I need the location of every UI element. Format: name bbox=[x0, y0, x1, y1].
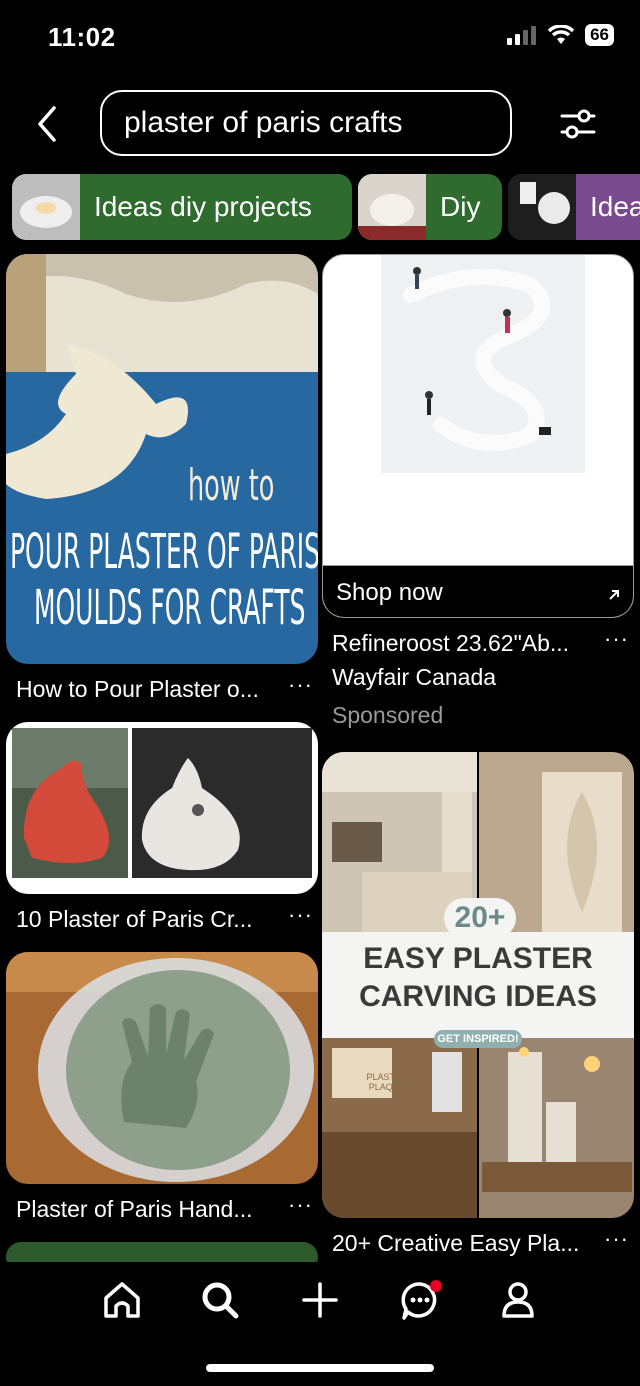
pin-title[interactable]: Plaster of Paris Hand... bbox=[16, 1196, 253, 1223]
wifi-icon bbox=[547, 25, 575, 44]
pin-plaster-handprint[interactable] bbox=[6, 952, 318, 1184]
chip-thumbnail bbox=[12, 174, 80, 240]
pin-title[interactable]: How to Pour Plaster o... bbox=[16, 676, 259, 703]
messages-icon[interactable] bbox=[398, 1278, 442, 1322]
pin-plaster-carving-ideas[interactable]: 20+ EASY PLASTER CARVING IDEAS GET INSPI… bbox=[322, 752, 634, 1218]
overlay-how-to: how to bbox=[188, 460, 275, 511]
more-options-icon[interactable]: ··· bbox=[288, 672, 313, 698]
search-icon[interactable] bbox=[198, 1278, 242, 1322]
back-chevron-icon[interactable] bbox=[28, 102, 68, 146]
chip-label: Diy bbox=[440, 191, 481, 222]
headline-line-1: EASY PLASTER bbox=[363, 942, 593, 975]
status-time: 11:02 bbox=[48, 22, 116, 52]
create-plus-icon[interactable] bbox=[298, 1278, 342, 1322]
search-query: plaster of paris crafts bbox=[124, 106, 403, 139]
status-icons: 66 bbox=[507, 24, 614, 46]
headline-line-2: CARVING IDEAS bbox=[359, 980, 597, 1013]
pin-title[interactable]: Refineroost 23.62"Ab... bbox=[332, 630, 569, 657]
pin-10-plaster-crafts[interactable] bbox=[6, 722, 318, 894]
overlay-title-line-2: MOULDS FOR CRAFTS bbox=[34, 580, 306, 636]
external-arrow-icon bbox=[609, 590, 619, 600]
overlay-title-line-1: POUR PLASTER OF PARIS bbox=[10, 524, 318, 580]
pin-pour-plaster-moulds[interactable]: how to POUR PLASTER OF PARIS MOULDS FOR … bbox=[6, 254, 318, 664]
merchant-name[interactable]: Wayfair Canada bbox=[332, 664, 496, 691]
tag-pill: GET INSPIRED! bbox=[434, 1030, 522, 1048]
pin-image bbox=[6, 952, 318, 1184]
shop-now-label: Shop now bbox=[336, 579, 443, 606]
chip-label: Idea bbox=[590, 191, 640, 222]
plaque-text: PLASTER PLAQUE bbox=[366, 1072, 408, 1092]
shop-now-bar[interactable]: Shop now bbox=[323, 565, 633, 617]
pin-title[interactable]: 10 Plaster of Paris Cr... bbox=[16, 906, 252, 933]
chip-diy[interactable]: Diy bbox=[358, 174, 502, 240]
home-icon[interactable] bbox=[100, 1278, 144, 1322]
home-indicator bbox=[206, 1364, 434, 1372]
pin-image bbox=[12, 728, 312, 878]
more-options-icon[interactable]: ··· bbox=[604, 626, 629, 652]
chip-ideas-diy-projects[interactable]: Ideas diy projects bbox=[12, 174, 352, 240]
battery-indicator: 66 bbox=[585, 24, 614, 46]
search-input[interactable]: plaster of paris crafts bbox=[100, 90, 512, 156]
pin-wayfair-ad[interactable]: Shop now bbox=[322, 254, 634, 618]
pin-image bbox=[381, 255, 585, 473]
chip-thumbnail bbox=[358, 174, 426, 240]
signal-icon bbox=[507, 26, 537, 45]
profile-icon[interactable] bbox=[496, 1278, 540, 1322]
sponsored-label: Sponsored bbox=[332, 702, 444, 728]
more-options-icon[interactable]: ··· bbox=[288, 1192, 313, 1218]
chip-idea[interactable]: Idea bbox=[508, 174, 640, 240]
more-options-icon[interactable]: ··· bbox=[288, 902, 313, 928]
more-options-icon[interactable]: ··· bbox=[604, 1226, 629, 1252]
chip-thumbnail bbox=[508, 174, 576, 240]
pin-title[interactable]: 20+ Creative Easy Pla... bbox=[332, 1230, 579, 1257]
filter-sliders-icon[interactable] bbox=[558, 106, 598, 142]
chip-label: Ideas diy projects bbox=[94, 191, 312, 222]
count-badge: 20+ bbox=[444, 898, 516, 938]
